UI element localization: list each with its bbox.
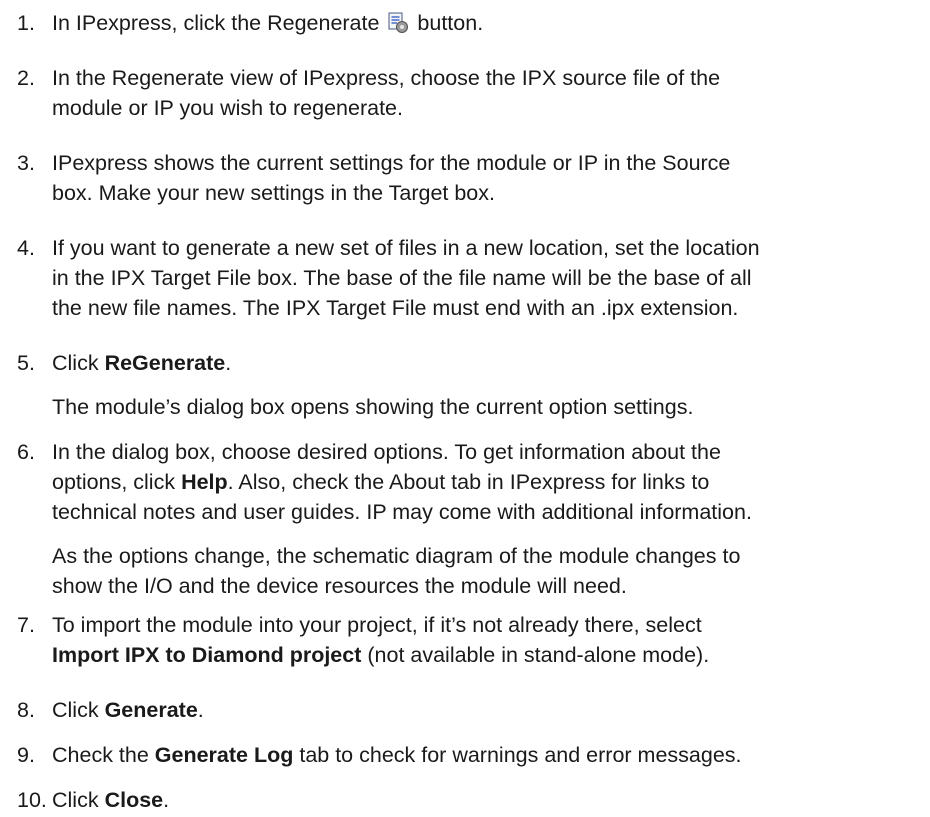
text-part: Check the [52, 743, 155, 767]
text-part: Click [52, 698, 105, 722]
step-note: The module’s dialog box opens showing th… [52, 392, 925, 422]
ui-term-close: Close [104, 788, 164, 812]
step-text: Click ReGenerate. [52, 348, 925, 378]
step-number: 10. [17, 788, 47, 812]
text-line: To import the module into your project, … [52, 613, 702, 637]
text-line: module or IP you wish to regenerate. [52, 96, 403, 120]
text-part: options, click [52, 470, 182, 494]
ui-term-import-ipx: Import IPX to Diamond project [52, 643, 362, 667]
step-number: 3. [17, 151, 35, 175]
text-line: show the I/O and the device resources th… [52, 574, 627, 598]
text-line: in the IPX Target File box. The base of … [52, 266, 752, 290]
text-part: . [163, 788, 170, 812]
ui-term-generate: Generate [104, 698, 198, 722]
step-number: 2. [17, 66, 35, 90]
step-number: 8. [17, 698, 35, 722]
text-part: tab to check for warnings and error mess… [293, 743, 742, 767]
text-line: the new file names. The IPX Target File … [52, 296, 739, 320]
text-part: Click [52, 351, 105, 375]
step-text: To import the module into your project, … [52, 610, 925, 670]
step-note: As the options change, the schematic dia… [52, 541, 925, 601]
regenerate-icon [388, 12, 409, 33]
step-text: Check the Generate Log tab to check for … [52, 740, 925, 770]
ui-term-regenerate: ReGenerate [104, 351, 226, 375]
step-text: In the dialog box, choose desired option… [52, 437, 925, 527]
step-text: IPexpress shows the current settings for… [52, 148, 925, 208]
step-text: Click Generate. [52, 695, 925, 725]
text-line: technical notes and user guides. IP may … [52, 500, 752, 524]
text-line: If you want to generate a new set of fil… [52, 236, 760, 260]
text-line: In the dialog box, choose desired option… [52, 440, 721, 464]
text-line: The module’s dialog box opens showing th… [52, 395, 694, 419]
step-text: If you want to generate a new set of fil… [52, 233, 925, 323]
step-text: In the Regenerate view of IPexpress, cho… [52, 63, 925, 123]
text-line: In the Regenerate view of IPexpress, cho… [52, 66, 721, 90]
step-number: 9. [17, 743, 35, 767]
step-number: 4. [17, 236, 35, 260]
step-number: 1. [17, 11, 35, 35]
ui-term-help: Help [181, 470, 228, 494]
text-part: . [197, 698, 204, 722]
step-text-part: button. [417, 11, 484, 35]
text-part: (not available in stand-alone mode). [361, 643, 710, 667]
text-line: IPexpress shows the current settings for… [52, 151, 731, 175]
step-text: In IPexpress, click the Regenerate butto… [52, 8, 925, 38]
text-part: Click [52, 788, 105, 812]
step-text-part: In IPexpress, click the Regenerate [52, 11, 380, 35]
ui-term-generate-log: Generate Log [154, 743, 294, 767]
text-line: box. Make your new settings in the Targe… [52, 181, 495, 205]
step-text: Click Close. [52, 785, 925, 815]
step-number: 5. [17, 351, 35, 375]
text-part: . [225, 351, 232, 375]
step-number: 7. [17, 613, 35, 637]
text-part: . Also, check the About tab in IPexpress… [227, 470, 710, 494]
text-line: As the options change, the schematic dia… [52, 544, 741, 568]
step-number: 6. [17, 440, 35, 464]
